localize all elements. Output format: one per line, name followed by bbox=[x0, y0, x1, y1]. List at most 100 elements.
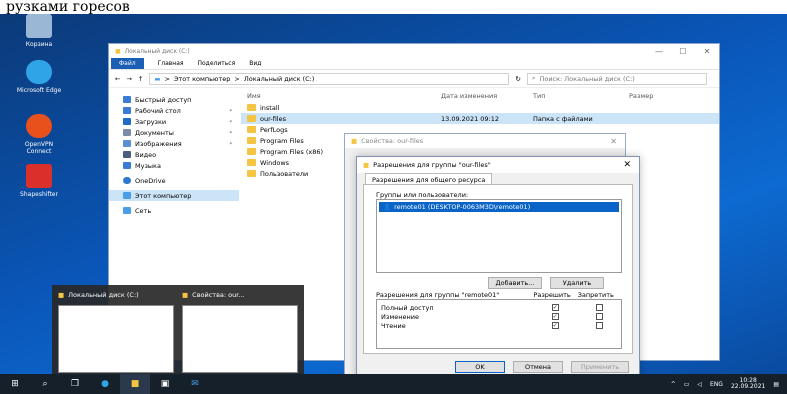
preview-thumbnail bbox=[58, 305, 174, 373]
desktop-icon-recycle-bin[interactable]: Корзина bbox=[14, 14, 64, 48]
explorer-title: Локальный диск (C:) bbox=[124, 47, 190, 55]
search-input[interactable]: ⌕ Поиск: Локальный диск (C:) bbox=[526, 72, 707, 85]
file-name: Program Files (x86) bbox=[260, 147, 324, 156]
apply-button[interactable]: Применить bbox=[571, 361, 629, 373]
file-row[interactable]: our-files 13.09.2021 09:12 Папка с файла… bbox=[241, 113, 719, 124]
column-name[interactable]: Имя bbox=[241, 92, 341, 100]
column-size[interactable]: Размер bbox=[629, 92, 679, 100]
nav-videos[interactable]: Видео bbox=[109, 149, 239, 160]
taskbar-explorer[interactable]: ■ bbox=[120, 374, 150, 394]
pin-icon: ✦ bbox=[228, 107, 233, 114]
nav-label: Видео bbox=[135, 150, 157, 159]
notifications-icon[interactable]: ▤ bbox=[773, 381, 779, 388]
list-item-user[interactable]: 👤 remote01 (DESKTOP-0063M3D\remote01) bbox=[379, 202, 619, 212]
file-row[interactable]: install bbox=[241, 102, 719, 113]
close-button[interactable]: ✕ bbox=[695, 47, 719, 56]
shared-folder-icon bbox=[247, 115, 256, 122]
folder-icon: ■ bbox=[58, 291, 65, 299]
documents-icon bbox=[123, 129, 131, 136]
chevron-up-icon[interactable]: ^ bbox=[671, 381, 676, 388]
permission-name: Полный доступ bbox=[381, 303, 434, 312]
desktop-icon-label: OpenVPN Connect bbox=[24, 141, 54, 155]
search-button[interactable]: ⌕ bbox=[30, 374, 60, 394]
refresh-icon[interactable]: ↻ bbox=[515, 75, 520, 83]
breadcrumb-drive[interactable]: Локальный диск (C:) bbox=[244, 75, 315, 83]
deny-checkbox[interactable] bbox=[595, 313, 603, 320]
desktop-icon-openvpn[interactable]: OpenVPN Connect bbox=[14, 114, 64, 155]
pc-icon bbox=[123, 192, 131, 199]
folder-icon: ■ bbox=[182, 291, 189, 299]
column-date[interactable]: Дата изменения bbox=[441, 92, 533, 100]
minimize-button[interactable]: — bbox=[647, 47, 671, 56]
taskbar-store[interactable]: ▣ bbox=[150, 374, 180, 394]
explorer-titlebar: ■ Локальный диск (C:) — ☐ ✕ bbox=[109, 44, 719, 58]
nav-label: Сеть bbox=[135, 206, 152, 215]
network-icon bbox=[123, 207, 131, 214]
permissions-titlebar: ■ Разрешения для группы "our-files" ✕ bbox=[357, 157, 639, 173]
folder-icon bbox=[247, 170, 256, 177]
nav-music[interactable]: Музыка bbox=[109, 160, 239, 171]
deny-checkbox[interactable] bbox=[595, 304, 603, 311]
start-button[interactable]: ⊞ bbox=[0, 374, 30, 394]
nav-quick-access[interactable]: Быстрый доступ bbox=[109, 94, 239, 105]
permission-row: Чтение ✓ bbox=[377, 321, 621, 330]
pin-icon: ✦ bbox=[228, 118, 233, 125]
tab-share[interactable]: Поделиться bbox=[198, 60, 236, 67]
file-name: install bbox=[260, 103, 280, 112]
close-button[interactable]: ✕ bbox=[610, 137, 617, 146]
nav-documents[interactable]: Документы ✦ bbox=[109, 127, 239, 138]
nav-network[interactable]: Сеть bbox=[109, 205, 239, 216]
allow-checkbox[interactable]: ✓ bbox=[551, 313, 559, 320]
deny-checkbox[interactable] bbox=[595, 322, 603, 329]
volume-icon[interactable]: ◁ bbox=[697, 381, 702, 388]
taskbar-edge[interactable]: ● bbox=[90, 374, 120, 394]
folder-icon: ■ bbox=[351, 137, 358, 145]
store-icon: ▣ bbox=[160, 379, 170, 389]
download-icon bbox=[123, 118, 131, 125]
pc-icon: ▬ bbox=[154, 74, 161, 83]
clock[interactable]: 10:28 22.09.2021 bbox=[731, 378, 765, 390]
groups-label: Группы или пользователи: bbox=[376, 191, 469, 199]
column-type[interactable]: Тип bbox=[533, 92, 629, 100]
close-button[interactable]: ✕ bbox=[623, 160, 631, 170]
back-arrow-icon[interactable]: ← bbox=[115, 75, 120, 83]
tab-view[interactable]: Вид bbox=[249, 60, 261, 67]
up-arrow-icon[interactable]: ↑ bbox=[138, 75, 143, 83]
preview-thumbnail bbox=[182, 305, 298, 373]
system-tray: ^ ▭ ◁ ENG 10:28 22.09.2021 ▤ bbox=[671, 378, 787, 390]
remove-button[interactable]: Удалить bbox=[550, 277, 604, 289]
desktop-folder-icon bbox=[123, 107, 131, 114]
nav-onedrive[interactable]: OneDrive bbox=[109, 175, 239, 186]
cancel-button[interactable]: Отмена bbox=[513, 361, 563, 373]
breadcrumb-pc[interactable]: Этот компьютер bbox=[174, 75, 230, 83]
maximize-button[interactable]: ☐ bbox=[671, 47, 695, 56]
user-name: remote01 (DESKTOP-0063M3D\remote01) bbox=[394, 203, 531, 211]
users-list[interactable]: 👤 remote01 (DESKTOP-0063M3D\remote01) bbox=[376, 199, 622, 273]
preview-explorer[interactable]: ■ Локальный диск (C:) bbox=[58, 289, 176, 373]
nav-pictures[interactable]: Изображения ✦ bbox=[109, 138, 239, 149]
add-button[interactable]: Добавить... bbox=[488, 277, 542, 289]
ok-button[interactable]: OK bbox=[455, 361, 505, 373]
folder-icon: ■ bbox=[115, 47, 121, 55]
desktop-icon-shapeshifter[interactable]: Shapeshifter bbox=[14, 164, 64, 198]
permissions-header: Разрешения для группы "remote01" Разреши… bbox=[376, 291, 622, 299]
tab-file[interactable]: Файл bbox=[111, 58, 144, 69]
nav-desktop[interactable]: Рабочий стол ✦ bbox=[109, 105, 239, 116]
permission-row: Полный доступ ✓ bbox=[377, 303, 621, 312]
preview-properties[interactable]: ■ Свойства: our... bbox=[182, 289, 300, 373]
taskbar-mail[interactable]: ✉ bbox=[180, 374, 210, 394]
nav-this-pc[interactable]: Этот компьютер bbox=[109, 190, 239, 201]
allow-checkbox[interactable]: ✓ bbox=[551, 322, 559, 329]
language-indicator[interactable]: ENG bbox=[710, 381, 723, 388]
desktop-icon-edge[interactable]: Microsoft Edge bbox=[14, 60, 64, 94]
clock-date: 22.09.2021 bbox=[730, 383, 766, 390]
nav-downloads[interactable]: Загрузки ✦ bbox=[109, 116, 239, 127]
taskbar: ⊞ ⌕ ❐ ● ■ ▣ ✉ ^ ▭ ◁ ENG 10:28 22.09.2021… bbox=[0, 374, 787, 394]
task-view-button[interactable]: ❐ bbox=[60, 374, 90, 394]
forward-arrow-icon[interactable]: → bbox=[126, 75, 131, 83]
address-row: ← → ↑ ▬ > Этот компьютер > Локальный дис… bbox=[109, 70, 719, 88]
tab-home[interactable]: Главная bbox=[158, 60, 184, 67]
address-bar[interactable]: ▬ > Этот компьютер > Локальный диск (C:) bbox=[149, 72, 510, 85]
network-icon[interactable]: ▭ bbox=[684, 381, 690, 388]
allow-checkbox[interactable]: ✓ bbox=[551, 304, 559, 311]
